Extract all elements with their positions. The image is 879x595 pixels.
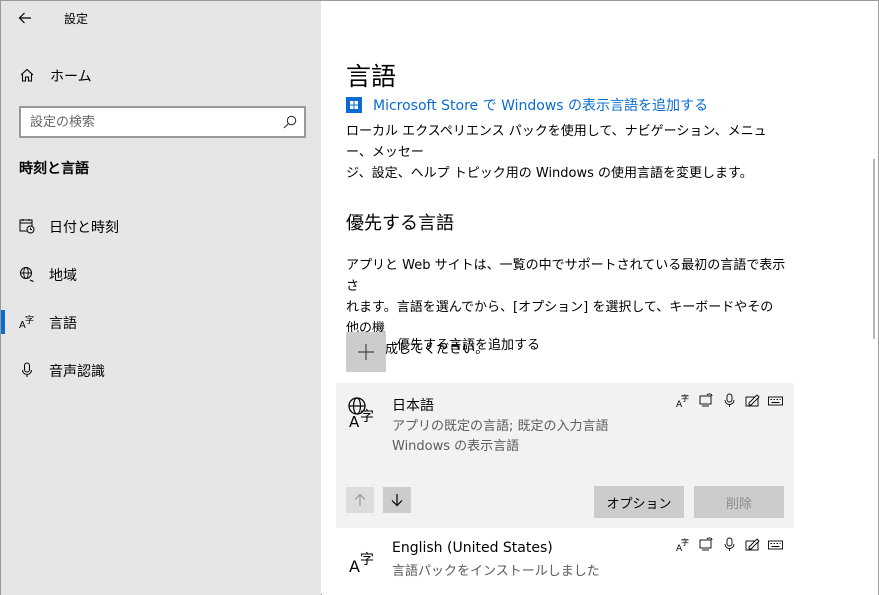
speech-tts-icon: [699, 393, 713, 407]
sidebar-item-label: 言語: [49, 316, 77, 332]
language-item-english[interactable]: A 字 English (United States) 言語パックをインストール…: [336, 531, 794, 595]
description-line: ローカル エクスペリエンス パックを使用して、ナビゲーション、メニュー、メッセー: [346, 124, 767, 160]
feature-icons: A字: [676, 393, 783, 408]
svg-text:字: 字: [360, 552, 374, 568]
search-box[interactable]: [19, 106, 306, 138]
move-down-button[interactable]: [383, 487, 411, 513]
handwriting-icon: [745, 394, 760, 407]
arrow-up-icon: [354, 493, 366, 506]
sidebar-item-speech[interactable]: 音声認識: [1, 350, 321, 390]
svg-text:字: 字: [360, 409, 374, 425]
sidebar-section-title: 時刻と言語: [19, 161, 89, 177]
sidebar-item-language[interactable]: A字 言語: [1, 302, 321, 342]
handwriting-icon: [745, 538, 760, 551]
language-name: 日本語: [392, 398, 434, 414]
svg-text:A: A: [349, 413, 360, 430]
selection-indicator: [1, 310, 5, 334]
description-line: れます。言語を選んでから、[オプション] を選択して、キーボードやその他の機: [346, 300, 774, 336]
language-icon: A 字: [349, 552, 374, 575]
microphone-icon: [724, 393, 735, 407]
store-link-text[interactable]: Microsoft Store で Windows の表示言語を追加する: [373, 95, 708, 115]
microphone-icon: [724, 537, 735, 551]
back-arrow-icon: [18, 12, 31, 24]
add-language-plus[interactable]: [346, 332, 386, 372]
calendar-clock-icon: [19, 219, 35, 234]
microphone-icon: [22, 362, 32, 377]
language-name: English (United States): [392, 540, 553, 556]
language-globe-icon: A 字: [348, 397, 374, 430]
add-language-label: 優先する言語を追加する: [397, 338, 541, 353]
language-detail: 言語パックをインストールしました: [392, 564, 600, 579]
svg-text:字: 字: [681, 393, 689, 403]
svg-text:字: 字: [25, 314, 34, 326]
sidebar-item-region[interactable]: 地域: [1, 254, 321, 294]
sidebar: 設定 ホーム 時刻と言語 日付と時刻 地域 A字 言語 音声認識: [1, 1, 321, 595]
globe-pin-icon: [20, 267, 34, 282]
svg-text:字: 字: [681, 537, 689, 547]
keyboard-icon: [768, 396, 783, 406]
display-language-icon: A字: [676, 393, 689, 408]
options-button[interactable]: オプション: [594, 486, 684, 518]
remove-button[interactable]: 削除: [694, 486, 784, 518]
sidebar-item-label: 音声認識: [49, 364, 105, 380]
app-title: 設定: [64, 12, 89, 26]
move-up-button[interactable]: [346, 487, 374, 513]
sidebar-item-label: ホーム: [50, 69, 92, 85]
feature-icons: A字: [676, 537, 783, 552]
language-item-japanese[interactable]: A 字 日本語 アプリの既定の言語; 既定の入力言語 Windows の表示言語…: [336, 383, 794, 528]
description-line: アプリと Web サイトは、一覧の中でサポートされている最初の言語で表示さ: [346, 258, 786, 294]
speech-tts-icon: [699, 537, 713, 551]
sidebar-item-date-time[interactable]: 日付と時刻: [1, 206, 321, 246]
add-language-button[interactable]: 優先する言語を追加する: [346, 332, 540, 372]
preferred-languages-heading: 優先する言語: [346, 213, 454, 234]
arrow-down-icon: [391, 494, 403, 507]
home-icon: [20, 68, 34, 82]
search-input[interactable]: [21, 108, 281, 136]
sidebar-item-label: 地域: [49, 268, 77, 284]
language-detail: Windows の表示言語: [392, 439, 520, 454]
sidebar-item-home[interactable]: ホーム: [1, 59, 321, 91]
settings-window: 設定 ホーム 時刻と言語 日付と時刻 地域 A字 言語 音声認識: [0, 0, 879, 595]
store-icon: [346, 97, 362, 113]
scrollbar[interactable]: [873, 159, 875, 339]
language-icon: A字: [19, 314, 34, 330]
page-title: 言語: [346, 62, 397, 91]
display-language-icon: A字: [676, 537, 689, 552]
keyboard-icon: [768, 540, 783, 550]
title-bar: 設定: [1, 1, 321, 35]
plus-icon: [358, 344, 374, 360]
sidebar-item-label: 日付と時刻: [49, 220, 119, 236]
description-line: ジ、設定、ヘルプ トピック用の Windows の使用言語を変更します。: [346, 166, 753, 181]
store-link[interactable]: Microsoft Store で Windows の表示言語を追加する: [346, 95, 708, 115]
store-description: ローカル エクスペリエンス パックを使用して、ナビゲーション、メニュー、メッセー…: [346, 121, 786, 184]
search-icon[interactable]: [283, 115, 297, 129]
main-content: 言語 Microsoft Store で Windows の表示言語を追加する …: [322, 1, 878, 595]
language-detail: アプリの既定の言語; 既定の入力言語: [392, 419, 609, 434]
svg-text:A: A: [349, 557, 360, 575]
back-button[interactable]: [11, 5, 39, 31]
